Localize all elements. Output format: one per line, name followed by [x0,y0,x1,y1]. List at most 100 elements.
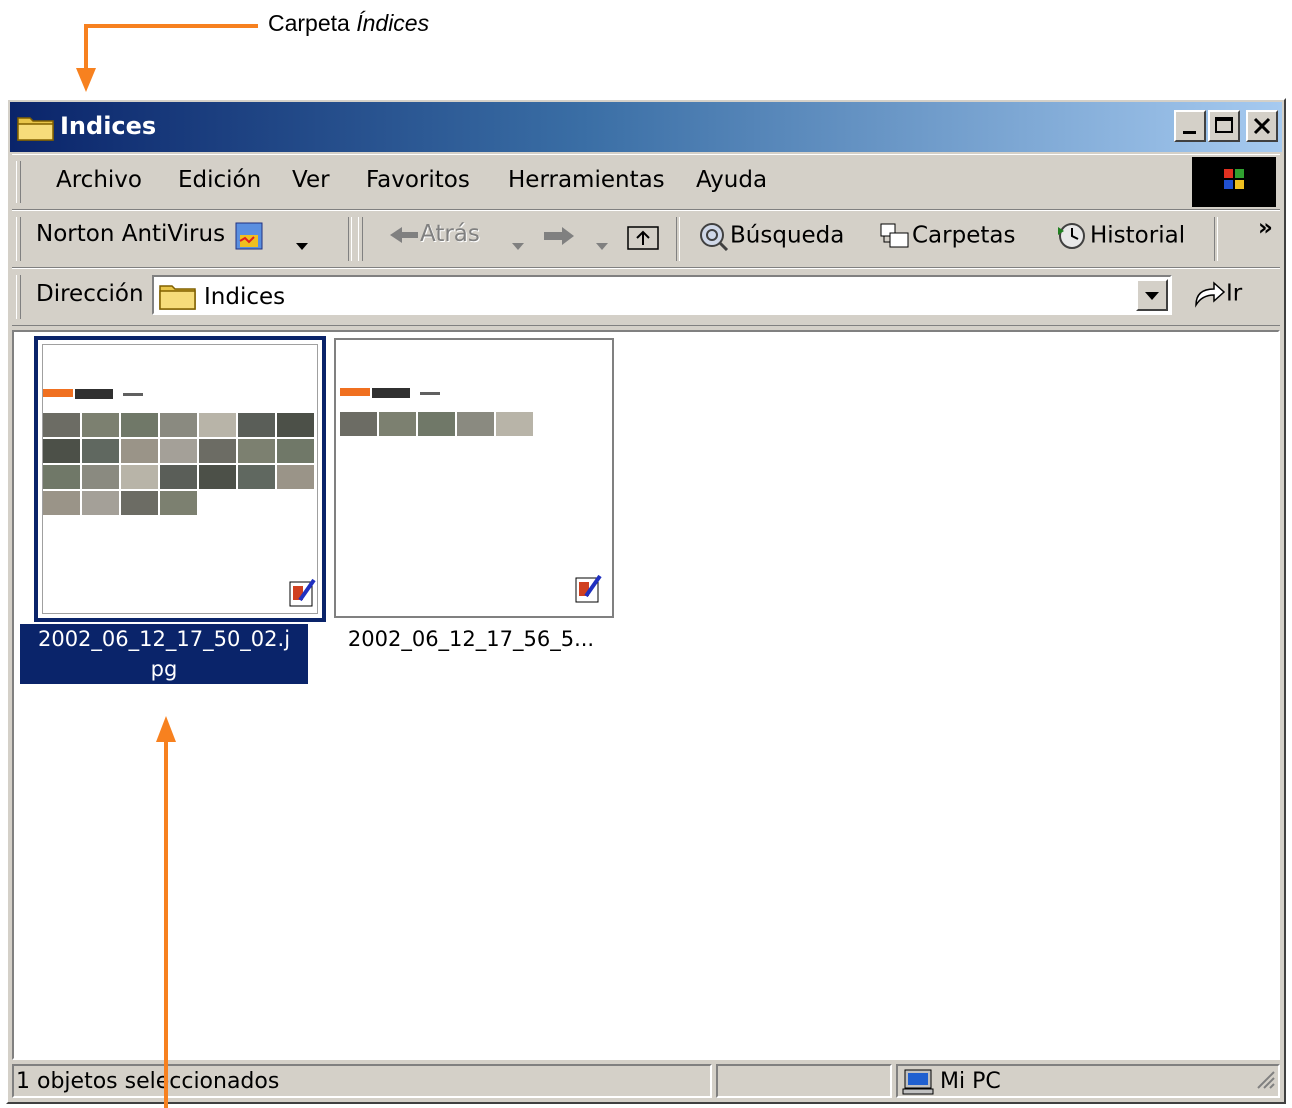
thumbnail-image [340,344,608,612]
photo-tile [238,465,275,489]
photo-tile [379,412,416,436]
forward-button[interactable] [542,225,576,253]
explorer-window: Indices Archivo Edición Ver Favoritos He… [6,98,1286,1104]
photo-tile [82,413,119,437]
photo-tile [121,439,158,463]
go-button[interactable]: Ir [1192,279,1242,309]
forward-arrow-icon [544,227,574,245]
more-tools-button[interactable]: » [1258,215,1273,241]
file-thumbnail[interactable] [334,338,614,618]
address-dropdown-button[interactable] [1136,279,1168,311]
forward-dropdown-icon[interactable] [596,233,610,259]
address-label: Dirección [36,281,144,307]
menu-ayuda[interactable]: Ayuda [696,167,767,193]
contact-sheet-preview [43,389,314,515]
norton-icon[interactable] [234,221,266,259]
photo-tile [43,465,80,489]
status-pane-zone: Mi PC [896,1064,1280,1098]
annotation-emphasis: Índices [356,10,430,36]
menu-edicion[interactable]: Edición [178,167,261,193]
folders-label: Carpetas [912,222,1016,249]
file-view[interactable]: 2002_06_12_17_50_02.j pg 2002_06_12_17_5… [12,330,1280,1060]
photo-tile [82,491,119,515]
photo-tile [160,465,197,489]
annotation-arrow-top-horizontal [84,24,258,28]
norton-antivirus-button[interactable]: Norton AntiVirus [36,221,225,247]
history-label: Historial [1090,222,1186,249]
menu-bar: Archivo Edición Ver Favoritos Herramient… [12,154,1280,210]
minimize-icon [1183,131,1196,134]
photo-tile [43,413,80,437]
photo-tile [277,465,314,489]
toolbar-grip-2[interactable] [358,217,363,261]
annotation-arrow-bottom-vertical [164,740,168,1108]
norton-dropdown-icon[interactable] [296,233,310,259]
computer-icon [902,1068,936,1100]
status-bar: 1 objetos seleccionados Mi PC [12,1062,1280,1100]
toolbar-separator-3 [1214,217,1218,261]
photo-tile [82,439,119,463]
menu-favoritos[interactable]: Favoritos [366,167,470,193]
resize-grip-icon[interactable] [1252,1066,1276,1094]
maximize-button[interactable] [1208,110,1240,142]
photo-tile [340,412,377,436]
close-icon [1253,117,1271,135]
file-name-line1: 2002_06_12_17_50_02.j [37,627,291,651]
menu-herramientas[interactable]: Herramientas [508,167,665,193]
menu-ver[interactable]: Ver [292,167,330,193]
address-folder-icon [158,281,198,315]
photo-tile [121,413,158,437]
folders-icon [880,223,909,248]
photo-tile [199,413,236,437]
minimize-button[interactable] [1174,110,1206,142]
photo-tile [277,413,314,437]
history-icon [1058,223,1085,249]
file-name[interactable]: 2002_06_12_17_56_5... [326,624,616,654]
photo-tile [238,439,275,463]
toolbar-grip[interactable] [16,217,21,261]
photo-tile [277,439,314,463]
history-button[interactable]: Historial [1054,221,1185,251]
up-folder-button[interactable] [626,221,662,259]
menu-grip[interactable] [16,161,21,203]
folder-icon [16,112,56,146]
edit-image-icon [288,576,318,612]
close-button[interactable] [1246,110,1278,142]
photo-tile [121,491,158,515]
toolbar-separator [348,217,352,261]
status-pane-selection: 1 objetos seleccionados [12,1064,712,1098]
window-title: Indices [60,112,157,140]
address-input[interactable]: Indices [152,275,1172,315]
file-name-selected[interactable]: 2002_06_12_17_50_02.j pg [20,624,308,684]
search-button[interactable]: Búsqueda [696,221,845,252]
file-thumbnail-selected[interactable] [34,336,326,622]
photo-tile [199,439,236,463]
back-dropdown-icon[interactable] [512,233,526,259]
title-bar[interactable]: Indices [10,102,1282,152]
folders-button[interactable]: Carpetas [878,221,1015,251]
photo-tile [418,412,455,436]
windows-flag-icon [1224,169,1244,189]
norton-label: Norton AntiVirus [36,221,226,247]
back-label: Atrás [420,221,480,247]
annotation-label: Carpeta Índices [268,10,429,37]
back-arrow-icon [390,226,418,243]
status-zone-text: Mi PC [940,1069,1001,1094]
photo-tile [160,413,197,437]
go-label: Ir [1226,280,1243,307]
go-arrow-icon [1195,281,1226,308]
back-button[interactable]: Atrás [388,221,480,247]
annotation-arrow-top-head [76,68,96,92]
annotation-arrow-top-vertical [84,24,88,70]
address-bar: Dirección Indices Ir [12,268,1280,326]
address-value: Indices [204,284,286,310]
menu-archivo[interactable]: Archivo [56,167,142,193]
photo-tile [43,439,80,463]
photo-tile [82,465,119,489]
search-label: Búsqueda [730,222,845,249]
edit-image-icon [574,572,604,608]
address-grip[interactable] [16,275,21,319]
toolbar-separator-2 [676,217,680,261]
maximize-icon [1215,117,1233,133]
photo-tile [457,412,494,436]
